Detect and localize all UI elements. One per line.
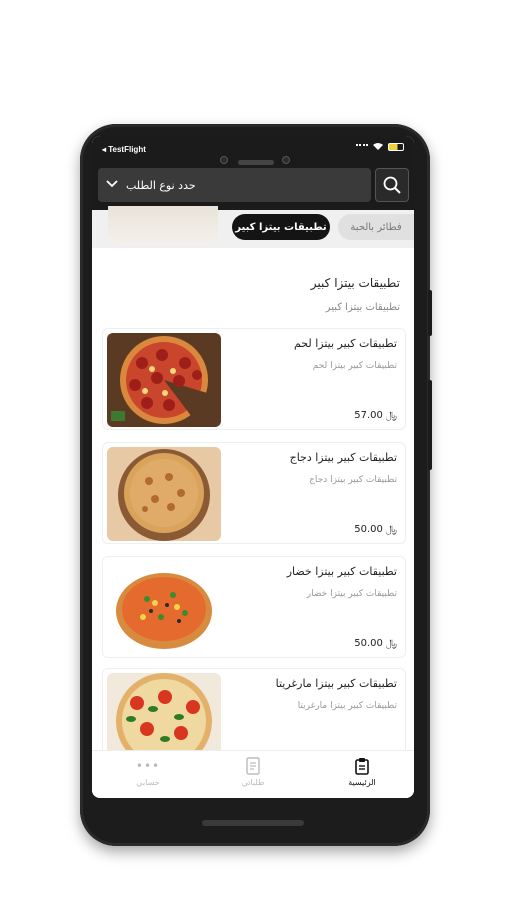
order-type-label: حدد نوع الطلب — [126, 178, 196, 192]
power-button — [428, 290, 432, 336]
app-screen: ◂ TestFlight حدد نوع الطلب تطبيقات بيتزا… — [92, 136, 414, 798]
tab-account-label: حسابي — [136, 778, 160, 787]
device-bottom-speaker — [202, 820, 304, 826]
product-description: تطبيقات كبير بيتزا خضار — [306, 589, 397, 599]
section-subtitle: تطبيقات بيتزا كبير — [325, 302, 400, 313]
tab-home[interactable]: الرئيسية — [332, 757, 392, 787]
product-price: 50.00 ﷼ — [354, 524, 397, 535]
product-price: 50.00 ﷼ — [354, 638, 397, 649]
product-description: تطبيقات كبير بيتزا مارغريتا — [297, 701, 397, 711]
wifi-icon — [373, 143, 383, 150]
signal-icon — [356, 143, 368, 150]
top-bar: ◂ TestFlight حدد نوع الطلب — [92, 136, 414, 210]
search-icon — [383, 176, 401, 194]
volume-button — [428, 380, 432, 470]
status-icons — [356, 142, 404, 151]
chevron-down-icon — [106, 179, 118, 191]
more-dots-icon: ••• — [135, 759, 161, 773]
bottom-tab-bar: الرئيسية طلباتي ••• حسابي — [92, 750, 414, 798]
category-chip[interactable]: فطائر بالحبة — [338, 214, 414, 240]
tab-home-label: الرئيسية — [348, 778, 376, 787]
tab-account[interactable]: ••• حسابي — [118, 757, 178, 787]
earpiece — [238, 160, 274, 165]
product-name: تطبيقات كبير بيتزا دجاج — [289, 451, 397, 464]
price-value: 50.00 — [354, 524, 383, 535]
product-name: تطبيقات كبير بيتزا مارغريتا — [275, 677, 397, 690]
currency-icon: ﷼ — [385, 638, 397, 649]
product-name: تطبيقات كبير بيتزا خضار — [286, 565, 397, 578]
product-description: تطبيقات كبير بيتزا لحم — [312, 361, 397, 371]
product-description: تطبيقات كبير بيتزا دجاج — [309, 475, 397, 485]
tab-orders-label: طلباتي — [241, 778, 265, 787]
product-name: تطبيقات كبير بيتزا لحم — [293, 337, 397, 350]
category-image — [108, 206, 218, 246]
price-value: 57.00 — [354, 410, 383, 421]
product-card[interactable]: تطبيقات كبير بيتزا دجاج تطبيقات كبير بيت… — [102, 442, 406, 544]
category-bar: تطبيقات بيتزا كبير فطائر بالحبة — [92, 206, 414, 248]
section-title: تطبيقات بيتزا كبير — [310, 276, 400, 290]
camera-lens — [282, 156, 290, 164]
product-image — [107, 447, 221, 541]
product-card[interactable]: تطبيقات كبير بيتزا خضار تطبيقات كبير بيت… — [102, 556, 406, 658]
order-type-dropdown[interactable]: حدد نوع الطلب — [98, 168, 371, 202]
search-button[interactable] — [375, 168, 409, 202]
product-price: 57.00 ﷼ — [354, 410, 397, 421]
document-icon — [246, 757, 260, 775]
product-image — [107, 673, 221, 759]
status-carrier: ◂ TestFlight — [102, 145, 146, 154]
product-card[interactable]: تطبيقات كبير بيتزا لحم تطبيقات كبير بيتز… — [102, 328, 406, 430]
price-value: 50.00 — [354, 638, 383, 649]
currency-icon: ﷼ — [385, 524, 397, 535]
battery-icon — [388, 142, 404, 151]
tab-orders[interactable]: طلباتي — [223, 757, 283, 787]
product-card[interactable]: تطبيقات كبير بيتزا مارغريتا تطبيقات كبير… — [102, 668, 406, 759]
currency-icon: ﷼ — [385, 410, 397, 421]
product-image — [107, 333, 221, 427]
camera-lens — [220, 156, 228, 164]
clipboard-icon — [355, 758, 369, 775]
product-image — [107, 561, 221, 655]
category-chip-active[interactable]: تطبيقات بيتزا كبير — [232, 214, 330, 240]
